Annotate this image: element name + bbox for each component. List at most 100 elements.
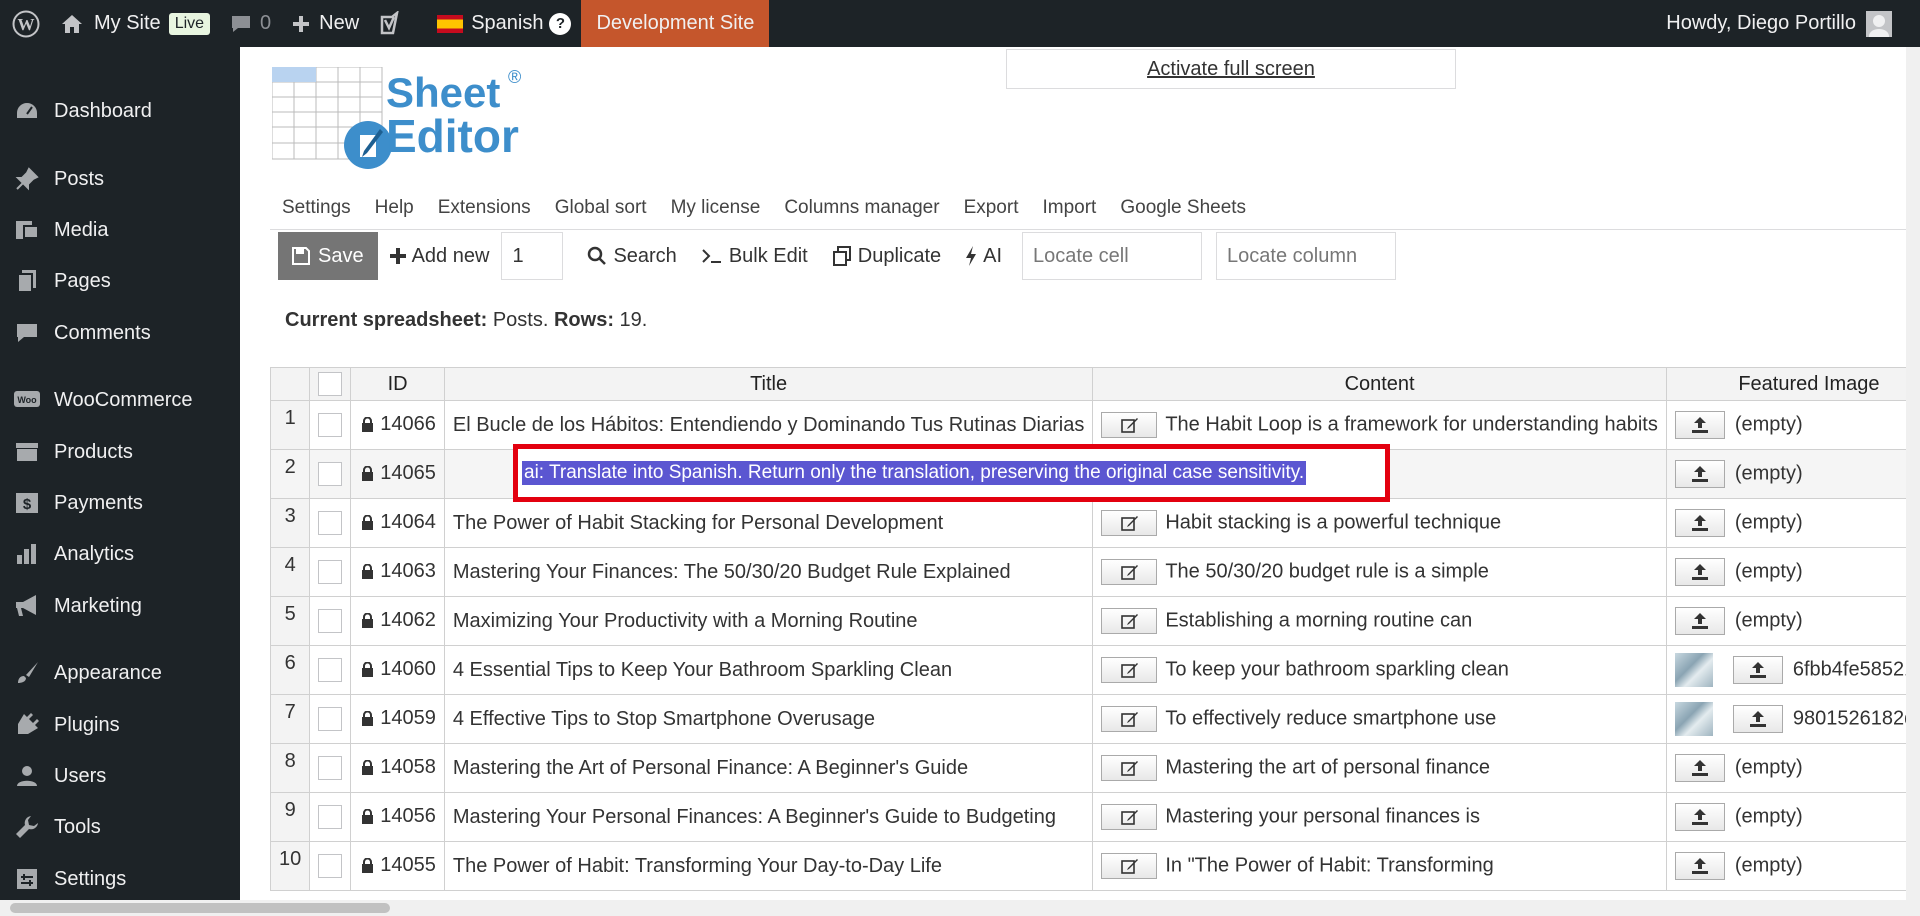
id-cell[interactable]: 14058 xyxy=(350,743,445,793)
menu-import[interactable]: Import xyxy=(1030,190,1108,229)
sidebar-item-users[interactable]: Users xyxy=(0,756,240,796)
language-switcher[interactable]: Spanish ? xyxy=(427,0,581,47)
row-checkbox[interactable] xyxy=(318,854,343,878)
row-select-cell[interactable] xyxy=(309,743,352,793)
edit-content-button[interactable] xyxy=(1101,608,1158,634)
row-select-cell[interactable] xyxy=(309,645,352,695)
featured-image-cell[interactable]: (empty) xyxy=(1665,841,1920,891)
row-select-cell[interactable] xyxy=(309,841,352,891)
row-select-cell[interactable] xyxy=(309,400,352,450)
menu-my-license[interactable]: My license xyxy=(659,190,773,229)
ai-button[interactable]: AI xyxy=(953,232,1014,280)
select-all-checkbox[interactable] xyxy=(318,372,343,396)
content-cell[interactable]: Habit stacking is a powerful technique xyxy=(1092,498,1667,548)
content-cell[interactable]: The Habit Loop is a framework for unders… xyxy=(1092,400,1667,450)
sidebar-item-analytics[interactable]: Analytics xyxy=(0,534,240,574)
featured-image-cell[interactable]: (empty) xyxy=(1665,449,1920,499)
search-button[interactable]: Search xyxy=(575,232,688,280)
add-new-button[interactable]: Add new xyxy=(378,232,502,280)
featured-image-cell[interactable]: (empty) xyxy=(1665,400,1920,450)
edit-content-button[interactable] xyxy=(1101,706,1158,732)
row-select-cell[interactable] xyxy=(309,694,352,744)
sidebar-item-products[interactable]: Products xyxy=(0,432,240,472)
sidebar-item-marketing[interactable]: Marketing xyxy=(0,586,240,626)
row-checkbox[interactable] xyxy=(318,413,343,437)
vertical-scrollbar[interactable] xyxy=(1906,47,1920,916)
cell-editor[interactable]: ai: Translate into Spanish. Return only … xyxy=(513,444,1390,502)
id-cell[interactable]: 14063 xyxy=(350,547,445,597)
sidebar-item-appearance[interactable]: Appearance xyxy=(0,653,240,693)
featured-image-cell[interactable]: (empty) xyxy=(1665,498,1920,548)
row-checkbox[interactable] xyxy=(318,609,343,633)
row-select-cell[interactable] xyxy=(309,547,352,597)
menu-settings[interactable]: Settings xyxy=(270,190,363,229)
sidebar-item-comments[interactable]: Comments xyxy=(0,313,240,353)
image-thumbnail[interactable] xyxy=(1674,702,1713,736)
menu-global-sort[interactable]: Global sort xyxy=(543,190,659,229)
upload-image-button[interactable] xyxy=(1674,509,1725,537)
featured-image-cell[interactable]: (empty) xyxy=(1665,792,1920,842)
sidebar-item-plugins[interactable]: Plugins xyxy=(0,705,240,745)
save-button[interactable]: Save xyxy=(278,232,378,280)
title-cell[interactable]: El Bucle de los Hábitos: Entendiendo y D… xyxy=(443,400,1094,450)
edit-content-button[interactable] xyxy=(1101,853,1158,879)
upload-image-button[interactable] xyxy=(1674,558,1725,586)
content-cell[interactable]: Establishing a morning routine can xyxy=(1092,596,1667,646)
featured-image-cell[interactable]: 6fbb4fe585213... xyxy=(1665,645,1920,695)
edit-content-button[interactable] xyxy=(1101,412,1158,438)
new-content-link[interactable]: New xyxy=(281,0,369,47)
row-select-cell[interactable] xyxy=(309,596,352,646)
row-checkbox[interactable] xyxy=(318,560,343,584)
upload-image-button[interactable] xyxy=(1674,460,1725,488)
title-cell[interactable]: The Power of Habit: Transforming Your Da… xyxy=(443,841,1094,891)
image-thumbnail[interactable] xyxy=(1674,653,1713,687)
menu-columns-manager[interactable]: Columns manager xyxy=(772,190,951,229)
id-cell[interactable]: 14056 xyxy=(350,792,445,842)
upload-image-button[interactable] xyxy=(1674,803,1725,831)
id-cell[interactable]: 14055 xyxy=(350,841,445,891)
upload-image-button[interactable] xyxy=(1674,411,1725,439)
column-header-featured-image[interactable]: Featured Image xyxy=(1665,367,1920,401)
duplicate-button[interactable]: Duplicate xyxy=(820,232,953,280)
column-header-id[interactable]: ID xyxy=(350,367,445,401)
column-header-title[interactable]: Title xyxy=(443,367,1094,401)
row-checkbox[interactable] xyxy=(318,658,343,682)
column-header-content[interactable]: Content xyxy=(1092,367,1667,401)
edit-content-button[interactable] xyxy=(1101,510,1158,536)
edit-content-button[interactable] xyxy=(1101,804,1158,830)
id-cell[interactable]: 14059 xyxy=(350,694,445,744)
featured-image-cell[interactable]: (empty) xyxy=(1665,547,1920,597)
select-all-header[interactable] xyxy=(309,367,352,401)
row-select-cell[interactable] xyxy=(309,449,352,499)
sidebar-item-dashboard[interactable]: Dashboard xyxy=(0,91,240,131)
content-cell[interactable]: The 50/30/20 budget rule is a simple xyxy=(1092,547,1667,597)
menu-extensions[interactable]: Extensions xyxy=(426,190,543,229)
menu-help[interactable]: Help xyxy=(363,190,426,229)
row-select-cell[interactable] xyxy=(309,498,352,548)
upload-image-button[interactable] xyxy=(1674,607,1725,635)
id-cell[interactable]: 14064 xyxy=(350,498,445,548)
id-cell[interactable]: 14065 xyxy=(350,449,445,499)
yoast-seo-link[interactable] xyxy=(369,0,413,47)
id-cell[interactable]: 14062 xyxy=(350,596,445,646)
locate-cell-input[interactable] xyxy=(1022,232,1203,280)
sidebar-item-media[interactable]: Media xyxy=(0,210,240,250)
help-icon[interactable]: ? xyxy=(549,12,572,35)
title-cell[interactable]: Mastering Your Finances: The 50/30/20 Bu… xyxy=(443,547,1094,597)
row-checkbox[interactable] xyxy=(318,756,343,780)
title-cell[interactable]: 4 Effective Tips to Stop Smartphone Over… xyxy=(443,694,1094,744)
upload-image-button[interactable] xyxy=(1732,656,1783,684)
comments-link[interactable]: 0 xyxy=(220,0,281,47)
title-cell[interactable]: Mastering the Art of Personal Finance: A… xyxy=(443,743,1094,793)
content-cell[interactable]: Mastering your personal finances is xyxy=(1092,792,1667,842)
menu-google-sheets[interactable]: Google Sheets xyxy=(1108,190,1258,229)
featured-image-cell[interactable]: 9801526182d6... xyxy=(1665,694,1920,744)
sidebar-item-posts[interactable]: Posts xyxy=(0,159,240,199)
id-cell[interactable]: 14066 xyxy=(350,400,445,450)
title-cell[interactable]: Maximizing Your Productivity with a Morn… xyxy=(443,596,1094,646)
wordpress-logo-icon[interactable]: W xyxy=(0,0,50,47)
my-account[interactable]: Howdy, Diego Portillo xyxy=(1666,0,1892,47)
upload-image-button[interactable] xyxy=(1732,705,1783,733)
featured-image-cell[interactable]: (empty) xyxy=(1665,596,1920,646)
edit-content-button[interactable] xyxy=(1101,559,1158,585)
